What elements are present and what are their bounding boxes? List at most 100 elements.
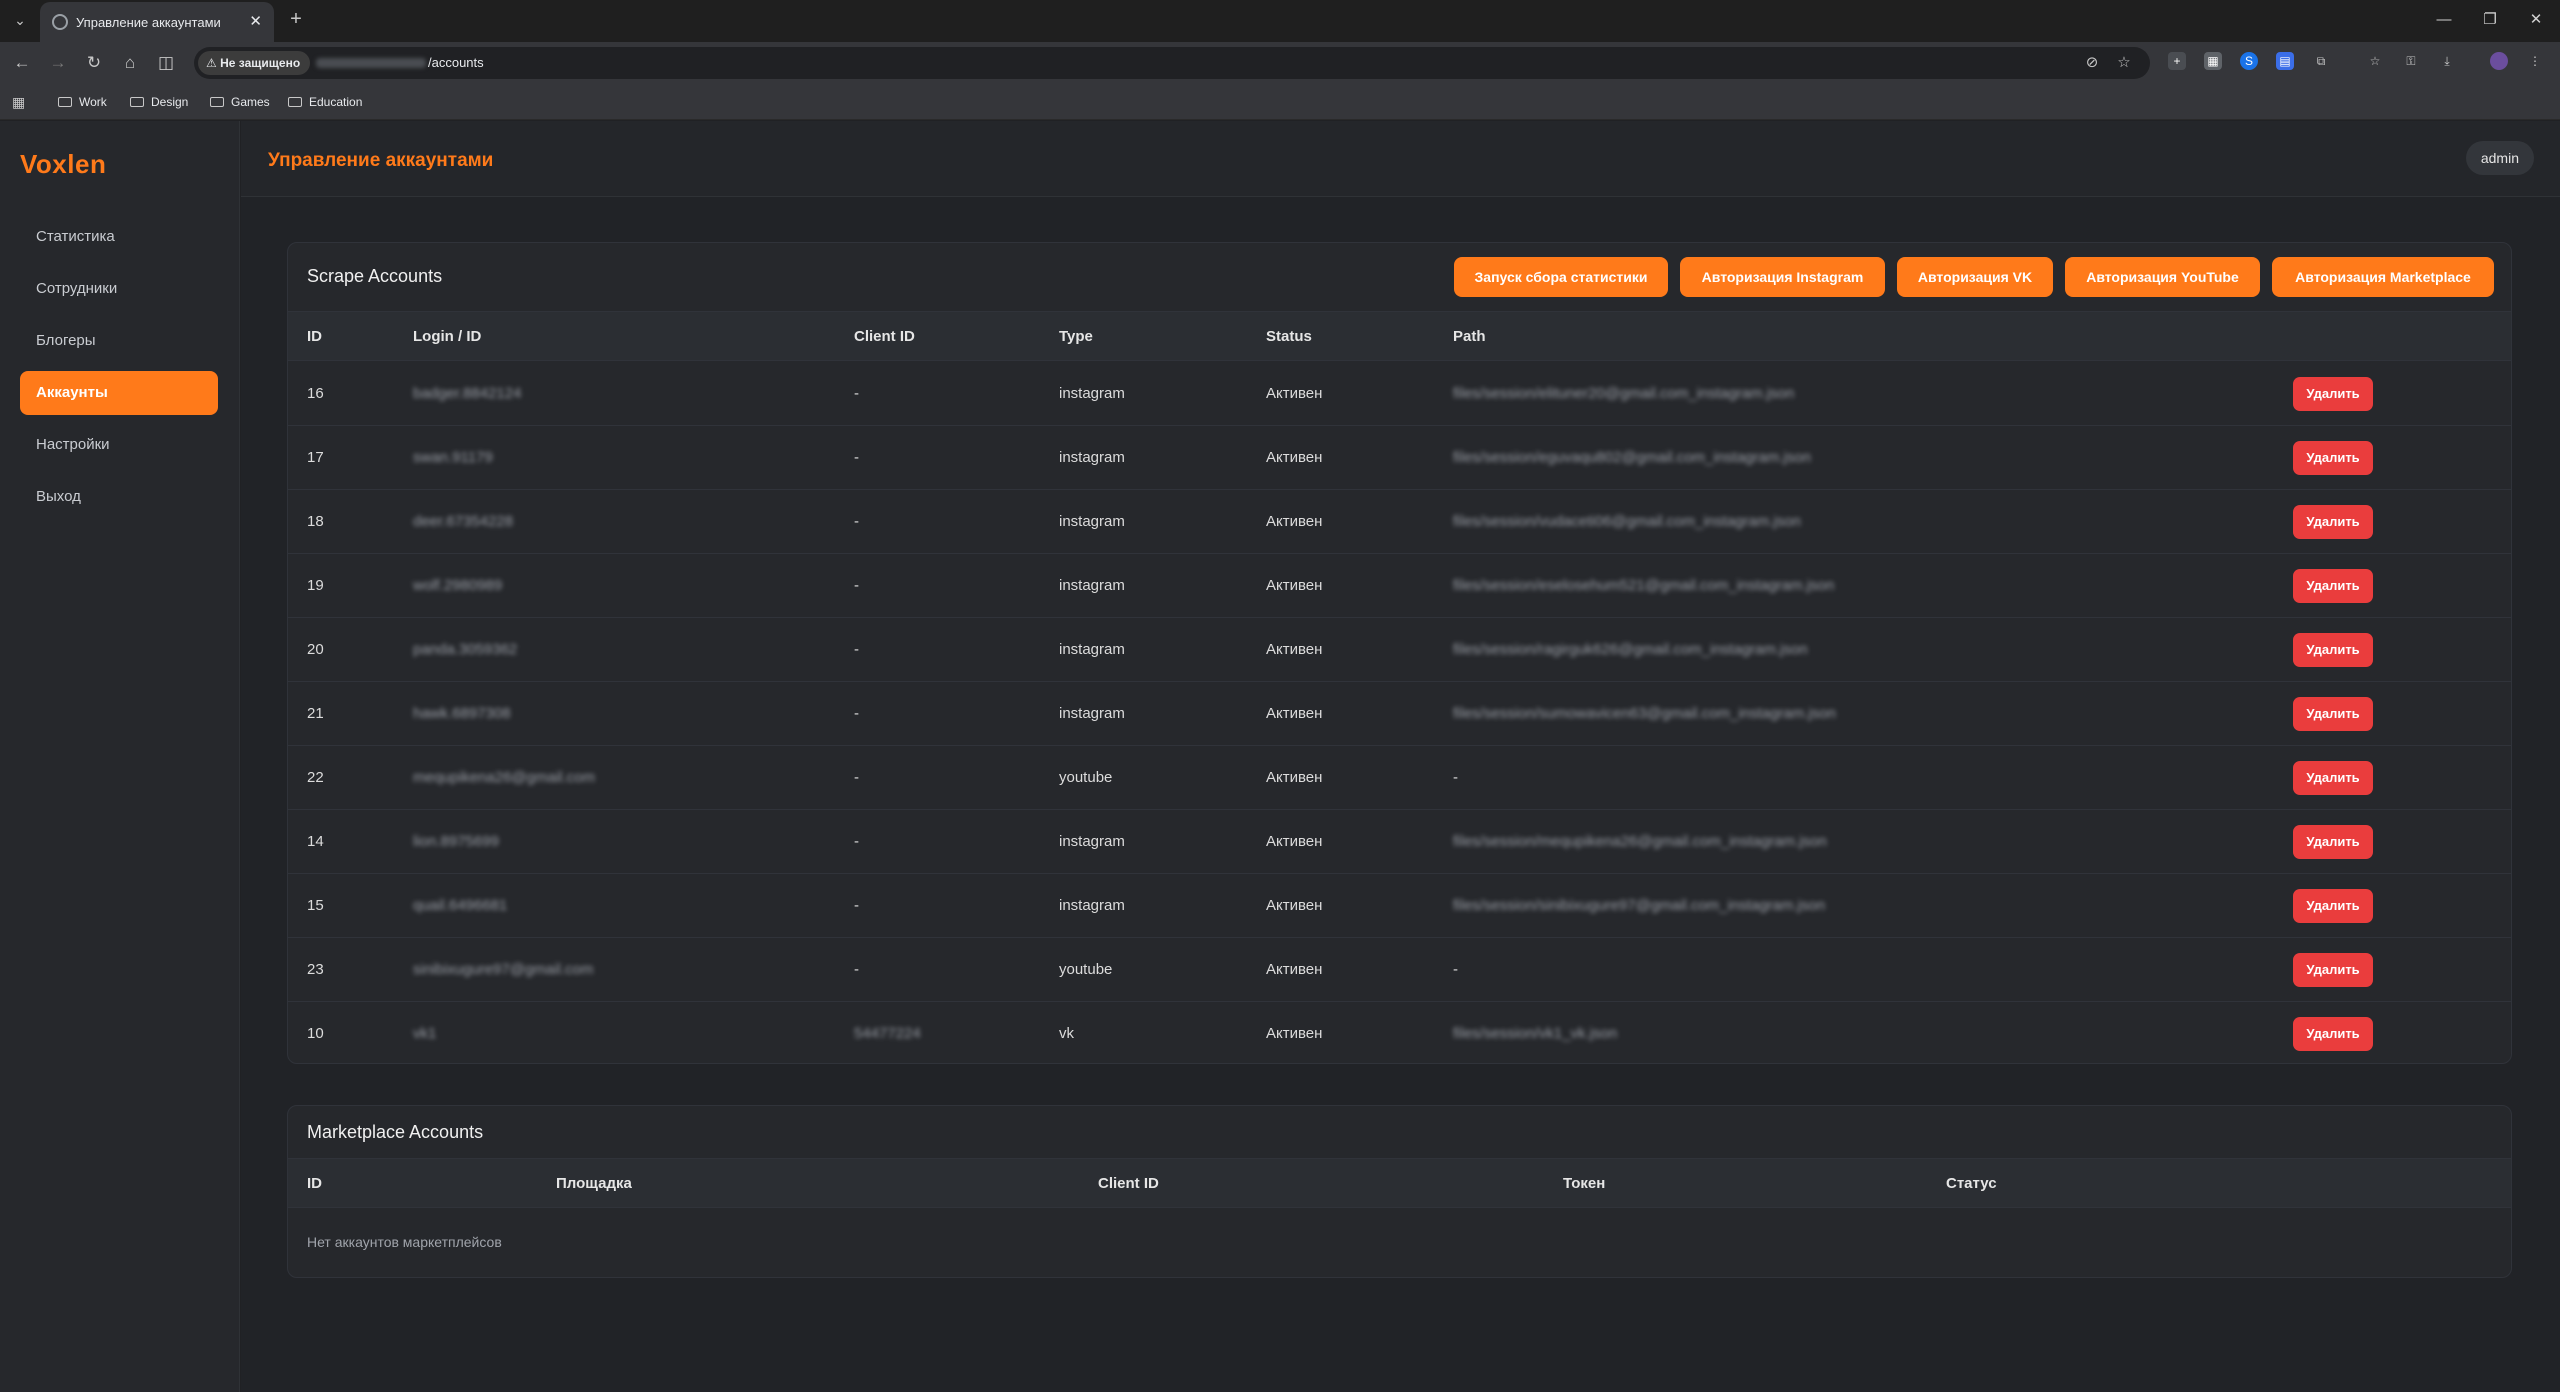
- delete-button[interactable]: Удалить: [2293, 441, 2373, 475]
- table-row: 21 hawk.6897308 - instagram Активен files/ses…: [288, 682, 2511, 746]
- window-close-icon[interactable]: ✕: [2518, 6, 2554, 34]
- folder-icon: [130, 97, 144, 107]
- app-logo[interactable]: Voxlen: [20, 149, 106, 180]
- browser-menu-icon[interactable]: ⋮: [2526, 52, 2544, 70]
- cell-client-id: -: [854, 449, 859, 466]
- address-bar[interactable]: ⚠ Не защищено /accounts ⊘ ☆: [194, 47, 2150, 79]
- cell-id: 14: [307, 833, 324, 850]
- main-content: Управление аккаунтами admin Scrape Accou…: [241, 121, 2560, 1392]
- cell-type: youtube: [1059, 961, 1113, 978]
- delete-button[interactable]: Удалить: [2293, 1017, 2373, 1051]
- delete-button[interactable]: Удалить: [2293, 889, 2373, 923]
- reload-icon[interactable]: ↻: [82, 52, 106, 76]
- sidebar-item-accounts[interactable]: Аккаунты: [20, 371, 218, 415]
- extensions-puzzle-icon[interactable]: ⧉: [2312, 52, 2330, 70]
- table-row: 10 vk1 54477224 vk Активен files/session/vk1_…: [288, 1002, 2511, 1063]
- cell-id: 15: [307, 897, 324, 914]
- delete-button[interactable]: Удалить: [2293, 505, 2373, 539]
- marketplace-accounts-card: Marketplace Accounts ID Площадка Client …: [287, 1105, 2512, 1278]
- start-stats-collection-button[interactable]: Запуск сбора статистики: [1454, 257, 1668, 297]
- minimize-icon[interactable]: —: [2426, 6, 2462, 34]
- browser-toolbar: ← → ↻ ⌂ ◫ ⚠ Не защищено /accounts ⊘ ☆ + …: [0, 42, 2560, 84]
- sidebar-item-settings[interactable]: Настройки: [20, 423, 218, 467]
- cell-client-id: -: [854, 641, 859, 658]
- restore-icon[interactable]: ❐: [2472, 6, 2508, 34]
- folder-icon: [210, 97, 224, 107]
- cell-id: 16: [307, 385, 324, 402]
- cell-client-id: -: [854, 513, 859, 530]
- bookmarks-star-icon[interactable]: ☆: [2366, 52, 2384, 70]
- delete-button[interactable]: Удалить: [2293, 569, 2373, 603]
- delete-button[interactable]: Удалить: [2293, 377, 2373, 411]
- cell-id: 23: [307, 961, 324, 978]
- profile-avatar[interactable]: [2490, 52, 2508, 70]
- bookmark-star-icon[interactable]: ☆: [2114, 53, 2134, 71]
- bookmark-label: Design: [151, 95, 189, 109]
- back-icon[interactable]: ←: [10, 52, 34, 76]
- user-badge[interactable]: admin: [2465, 141, 2534, 175]
- cell-status: Активен: [1266, 769, 1323, 786]
- auth-marketplace-button[interactable]: Авторизация Marketplace: [2272, 257, 2494, 297]
- extension-plus-icon[interactable]: +: [2168, 52, 2186, 70]
- sidebar-item-logout[interactable]: Выход: [20, 475, 218, 519]
- cell-status: Активен: [1266, 833, 1323, 850]
- split-view-icon[interactable]: ◫: [154, 52, 178, 76]
- sidebar-item-bloggers[interactable]: Блогеры: [20, 319, 218, 363]
- passwords-key-icon[interactable]: ⚿: [2402, 52, 2420, 70]
- cell-type: instagram: [1059, 641, 1125, 658]
- column-header-id: ID: [307, 1175, 322, 1192]
- delete-button[interactable]: Удалить: [2293, 825, 2373, 859]
- delete-button[interactable]: Удалить: [2293, 761, 2373, 795]
- security-chip[interactable]: ⚠ Не защищено: [198, 51, 311, 75]
- cell-login: wolf.2980989: [413, 577, 503, 594]
- extension-grid-icon[interactable]: ▦: [2204, 52, 2222, 70]
- cell-status: Активен: [1266, 705, 1323, 722]
- cell-status: Активен: [1266, 385, 1323, 402]
- cell-login: hawk.6897308: [413, 705, 511, 722]
- extension-s-icon[interactable]: S: [2240, 52, 2258, 70]
- table-row: 20 panda.3059362 - instagram Активен files/se…: [288, 618, 2511, 682]
- column-header-token: Токен: [1563, 1175, 1606, 1192]
- cell-type: youtube: [1059, 769, 1113, 786]
- cell-login: badger.8842124: [413, 385, 522, 402]
- home-icon[interactable]: ⌂: [118, 52, 142, 76]
- cell-client-id: -: [854, 705, 859, 722]
- cell-client-id: -: [854, 833, 859, 850]
- apps-grid-icon[interactable]: ▦: [12, 94, 28, 110]
- scrape-accounts-title: Scrape Accounts: [307, 266, 443, 286]
- bookmark-folder-work[interactable]: Work: [58, 93, 107, 111]
- new-tab-button[interactable]: +: [284, 8, 308, 32]
- bookmark-folder-education[interactable]: Education: [288, 93, 362, 111]
- sidebar-item-statistics[interactable]: Статистика: [20, 215, 218, 259]
- close-tab-icon[interactable]: ✕: [249, 12, 262, 30]
- auth-youtube-button[interactable]: Авторизация YouTube: [2065, 257, 2260, 297]
- browser-tab-active[interactable]: Управление аккаунтами ✕: [40, 2, 274, 42]
- bookmark-folder-design[interactable]: Design: [130, 93, 188, 111]
- cell-status: Активен: [1266, 1025, 1323, 1042]
- page-title: Управление аккаунтами: [268, 150, 494, 171]
- warning-icon: ⚠: [206, 56, 217, 70]
- table-row: 17 swan.91179 - instagram Активен files/sessi…: [288, 426, 2511, 490]
- delete-button[interactable]: Удалить: [2293, 633, 2373, 667]
- forward-icon[interactable]: →: [46, 52, 70, 76]
- cell-client-id: -: [854, 385, 859, 402]
- delete-button[interactable]: Удалить: [2293, 697, 2373, 731]
- column-header-client-id: Client ID: [854, 328, 915, 345]
- delete-button[interactable]: Удалить: [2293, 953, 2373, 987]
- tab-search-icon[interactable]: ⌄: [8, 8, 32, 32]
- cell-id: 20: [307, 641, 324, 658]
- table-row: 23 sinibixugure97@gmail.com - youtube Активе…: [288, 938, 2511, 1002]
- cell-type: instagram: [1059, 833, 1125, 850]
- cell-id: 10: [307, 1025, 324, 1042]
- url-path: /accounts: [428, 55, 484, 70]
- extension-window-icon[interactable]: ▤: [2276, 52, 2294, 70]
- sidebar-item-employees[interactable]: Сотрудники: [20, 267, 218, 311]
- cell-type: instagram: [1059, 577, 1125, 594]
- cell-client-id: -: [854, 577, 859, 594]
- tracking-protection-icon[interactable]: ⊘: [2082, 53, 2102, 71]
- auth-instagram-button[interactable]: Авторизация Instagram: [1680, 257, 1885, 297]
- auth-vk-button[interactable]: Авторизация VK: [1897, 257, 2053, 297]
- bookmark-folder-games[interactable]: Games: [210, 93, 270, 111]
- download-icon[interactable]: ⤓: [2438, 52, 2456, 70]
- folder-icon: [58, 97, 72, 107]
